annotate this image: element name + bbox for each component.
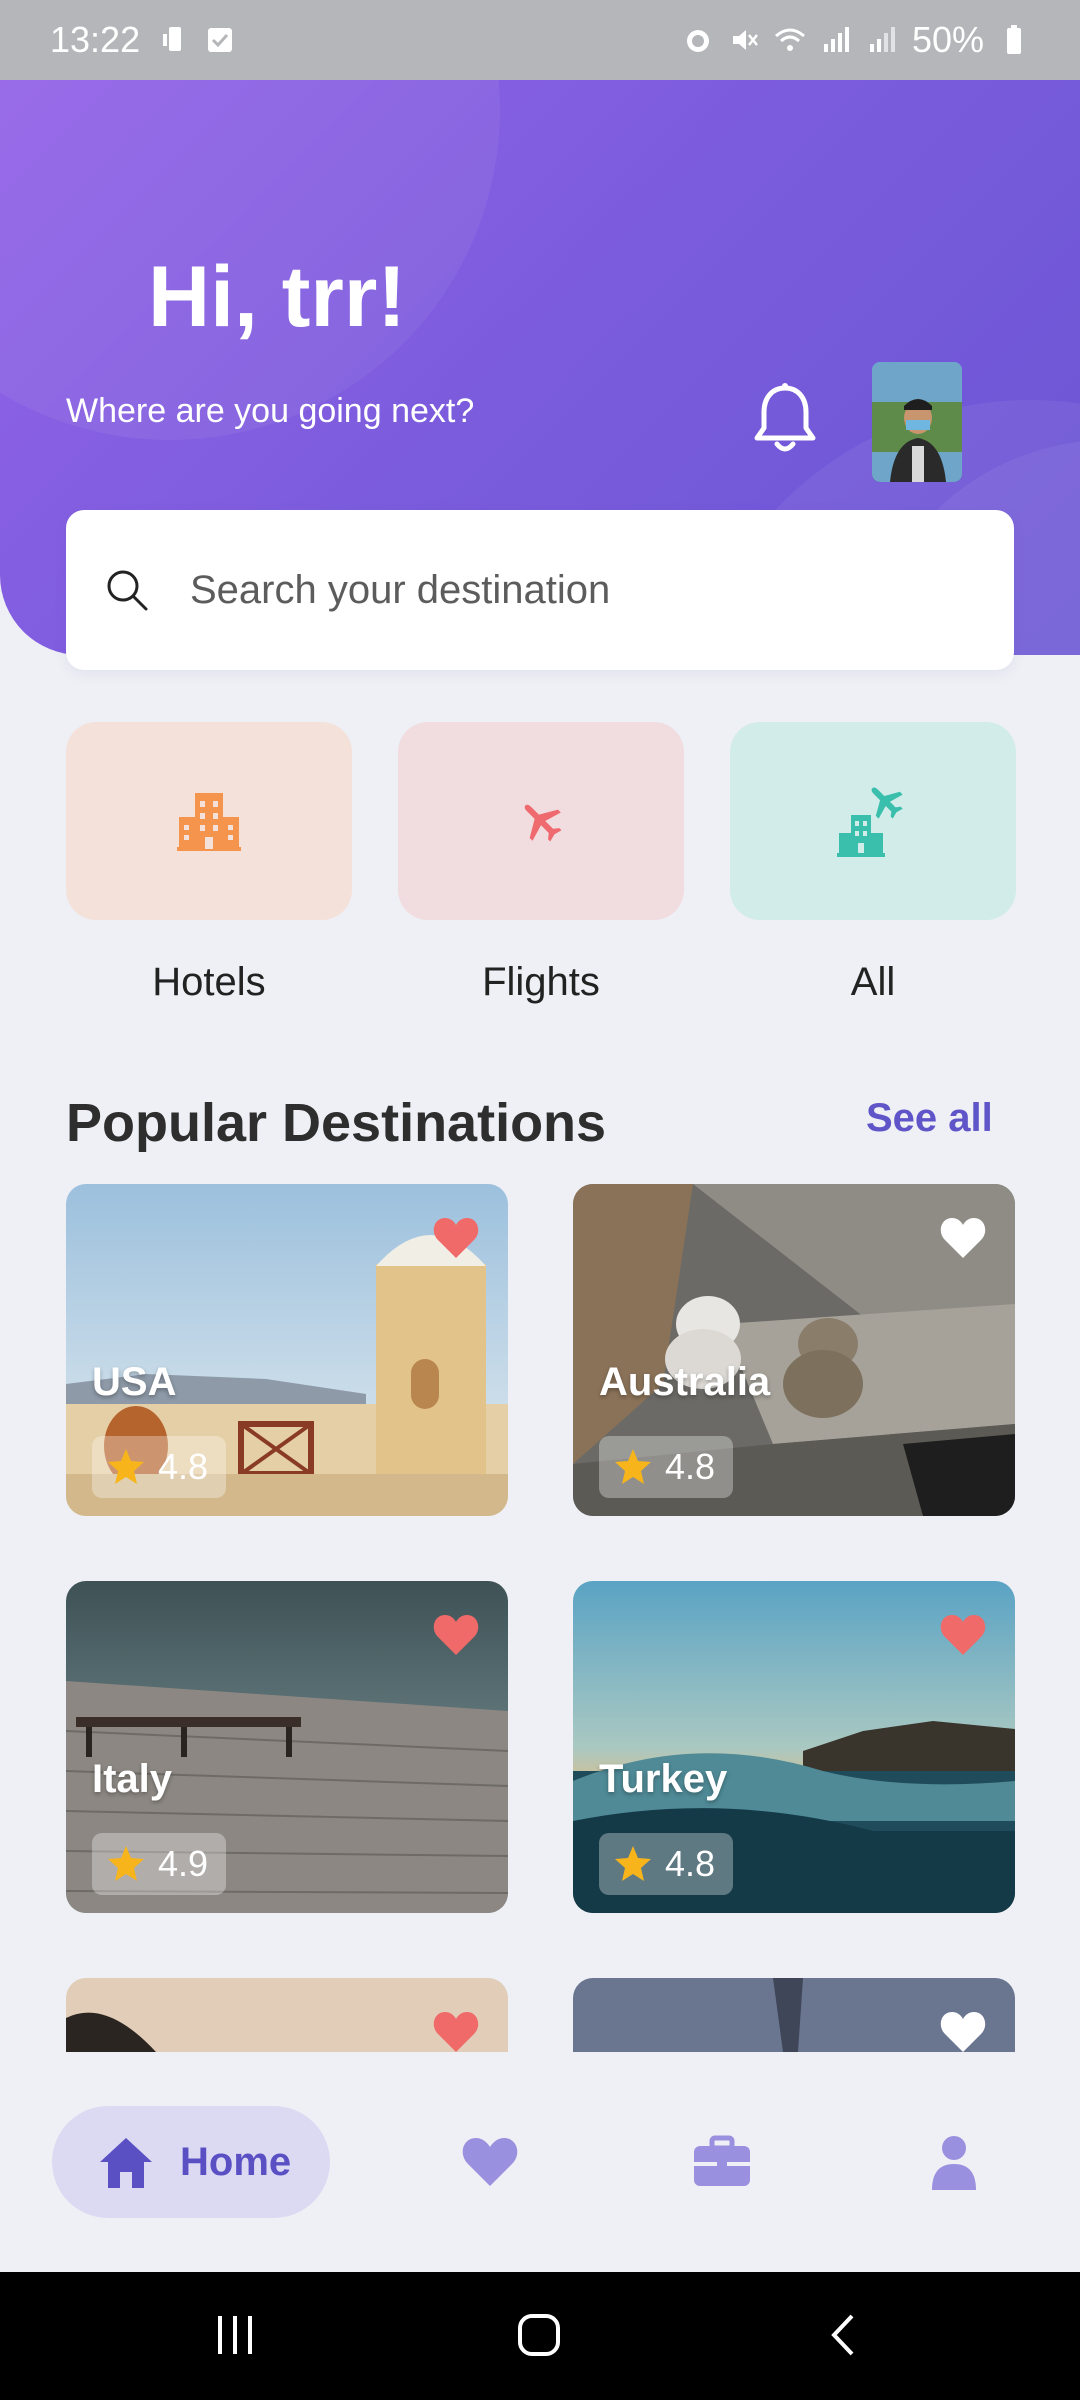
wifi-icon	[774, 28, 805, 51]
rating-value: 4.8	[665, 1843, 716, 1884]
category-label-flights: Flights	[482, 960, 600, 1004]
status-time: 13:22	[50, 19, 141, 60]
star-icon	[108, 1449, 144, 1484]
favorite-heart-icon[interactable]	[939, 1613, 987, 1657]
avatar[interactable]	[872, 362, 962, 482]
search-input[interactable]	[190, 567, 950, 613]
rating-badge: 4.9	[92, 1833, 227, 1895]
heart-icon[interactable]	[460, 2134, 520, 2190]
rating-badge: 4.8	[92, 1436, 227, 1498]
rating-value: 4.8	[665, 1446, 716, 1487]
favorite-heart-icon[interactable]	[432, 1613, 480, 1657]
destination-name: Turkey	[599, 1757, 728, 1801]
search-bar[interactable]	[66, 510, 1014, 670]
alarm-icon	[686, 30, 709, 52]
favorite-heart-icon[interactable]	[939, 2010, 987, 2052]
avatar-photo	[872, 362, 962, 482]
destination-card-turkey[interactable]: Turkey 4.8	[573, 1581, 1015, 1913]
favorite-heart-icon[interactable]	[939, 1216, 987, 1260]
see-all-link[interactable]: See all	[866, 1096, 993, 1141]
category-label-all: All	[850, 960, 896, 1004]
signal-icon-2	[869, 27, 895, 52]
rating-value: 4.8	[158, 1446, 209, 1487]
nav-home-button[interactable]: Home	[52, 2106, 330, 2218]
category-all[interactable]	[730, 722, 1016, 920]
category-label-hotels: Hotels	[152, 960, 266, 1004]
popular-destinations-title: Popular Destinations	[66, 1093, 607, 1153]
greeting-title: Hi, trr!	[148, 249, 406, 345]
rating-badge: 4.8	[599, 1436, 734, 1498]
destination-card-6[interactable]	[573, 1978, 1015, 2052]
phone-vibrate-icon	[163, 27, 182, 51]
destination-card-usa[interactable]: USA 4.8	[66, 1184, 508, 1516]
battery-icon	[1007, 25, 1021, 54]
favorite-heart-icon[interactable]	[432, 2010, 480, 2052]
search-icon	[107, 570, 148, 611]
destination-name: Australia	[599, 1360, 771, 1404]
profile-icon[interactable]	[924, 2134, 984, 2190]
briefcase-icon[interactable]	[692, 2134, 752, 2190]
destination-card-italy[interactable]: Italy 4.9	[66, 1581, 508, 1913]
destination-name: USA	[92, 1360, 177, 1404]
recent-apps-icon[interactable]	[210, 2310, 260, 2360]
star-icon	[615, 1449, 651, 1484]
favorite-heart-icon[interactable]	[432, 1216, 480, 1260]
destination-card-5[interactable]	[66, 1978, 508, 2052]
hotel-icon	[177, 793, 241, 851]
bell-icon[interactable]	[752, 382, 818, 456]
rating-badge: 4.8	[599, 1833, 734, 1895]
greeting-subtitle: Where are you going next?	[66, 392, 475, 430]
destination-name: Italy	[92, 1757, 173, 1801]
status-bar: 13:22 50%	[0, 0, 1080, 80]
star-icon	[108, 1846, 144, 1881]
checkbox-icon	[208, 28, 233, 52]
signal-icon	[823, 27, 849, 52]
mute-icon	[732, 30, 758, 50]
battery-percent: 50%	[911, 19, 984, 60]
system-navigation-bar	[0, 2272, 1080, 2400]
category-hotels[interactable]	[66, 722, 352, 920]
star-icon	[615, 1846, 651, 1881]
hotel-plane-icon	[837, 787, 903, 857]
destination-card-australia[interactable]: Australia 4.8	[573, 1184, 1015, 1516]
rating-value: 4.9	[158, 1843, 209, 1884]
home-icon	[100, 2138, 152, 2188]
nav-home-label: Home	[180, 2139, 292, 2184]
system-home-icon[interactable]	[514, 2310, 564, 2360]
plane-icon	[524, 804, 562, 842]
bottom-nav: Home	[0, 2052, 1080, 2272]
category-flights[interactable]	[398, 722, 684, 920]
back-icon[interactable]	[820, 2310, 870, 2360]
